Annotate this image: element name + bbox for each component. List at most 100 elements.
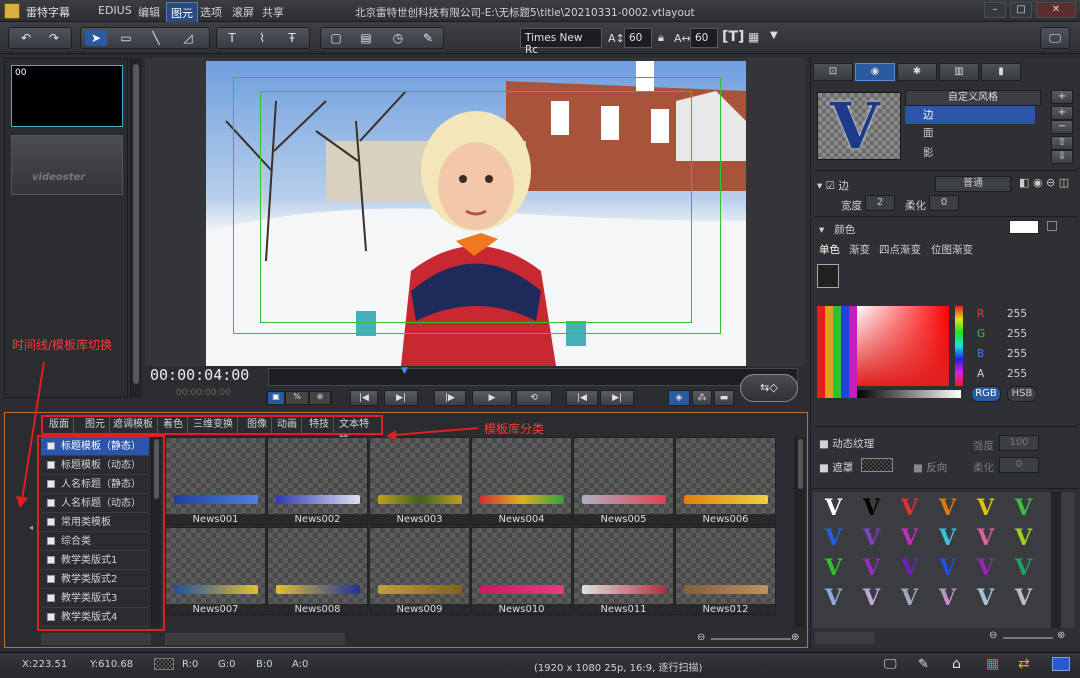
edge-mode-select[interactable]: 普通: [935, 176, 1011, 192]
clock-icon[interactable]: ◷: [387, 30, 409, 46]
tab-coloring[interactable]: 着色: [159, 417, 188, 433]
remove-style-button[interactable]: −: [1051, 120, 1073, 134]
step-back-button[interactable]: ▶|: [384, 390, 418, 406]
tab-zoom[interactable]: ⊡: [813, 63, 853, 81]
style-swatch[interactable]: V: [1005, 584, 1042, 613]
rgb-mode-button[interactable]: RGB: [971, 386, 1001, 402]
template-item[interactable]: 常用类模板: [41, 513, 149, 532]
four-point-gradient-tab[interactable]: 四点渐变: [879, 242, 921, 257]
style-swatch[interactable]: V: [815, 584, 852, 613]
style-item-face[interactable]: 面: [905, 124, 1035, 142]
tab-effects-wand[interactable]: ✱: [897, 63, 937, 81]
tab-animation[interactable]: 动画: [273, 417, 302, 433]
polygon-icon[interactable]: ◿: [177, 30, 199, 46]
template-cell[interactable]: News002: [267, 437, 368, 525]
add-style-button-2[interactable]: +: [1051, 106, 1073, 120]
r-value[interactable]: 255: [1007, 308, 1027, 320]
playhead-icon[interactable]: ▼: [401, 366, 408, 376]
current-color-swatch[interactable]: [1009, 220, 1039, 234]
text-frame-icon[interactable]: [T]: [722, 29, 744, 45]
path-text-icon[interactable]: ⌇: [251, 30, 273, 46]
style-swatch[interactable]: V: [1005, 494, 1042, 523]
list-toolbar[interactable]: [41, 633, 151, 645]
style-swatch[interactable]: V: [967, 554, 1004, 583]
style-swatch[interactable]: V: [853, 494, 890, 523]
color-picker-field[interactable]: [857, 306, 949, 386]
a-value[interactable]: 255: [1007, 368, 1027, 380]
swatch-toolbar[interactable]: [815, 632, 875, 644]
scroll-thumb[interactable]: [133, 64, 139, 384]
style-swatch[interactable]: V: [929, 494, 966, 523]
template-cell[interactable]: News007: [165, 527, 266, 615]
dropdown-arrow-icon[interactable]: ▼: [770, 30, 778, 41]
template-cell[interactable]: News001: [165, 437, 266, 525]
zoom-icon[interactable]: ⊕: [310, 392, 330, 404]
menu-edius[interactable]: EDIUS: [98, 4, 132, 17]
tab-adjust-template[interactable]: 遮调模板: [109, 417, 158, 433]
mask-texture-swatch[interactable]: [861, 458, 893, 472]
monitor-button[interactable]: 🖵︎: [1040, 27, 1070, 49]
style-swatch[interactable]: V: [891, 494, 928, 523]
transfer-icon[interactable]: ⇄: [1018, 656, 1030, 672]
thumbnail-scrollbar[interactable]: [130, 58, 142, 398]
style-swatch[interactable]: V: [891, 524, 928, 553]
maximize-button[interactable]: □: [1010, 2, 1032, 18]
menu-element[interactable]: 图元: [166, 2, 198, 24]
scroll-thumb[interactable]: [798, 439, 803, 489]
output-button[interactable]: ⇆◇: [740, 374, 798, 402]
template-cell[interactable]: News008: [267, 527, 368, 615]
style-swatch[interactable]: V: [853, 554, 890, 583]
lock-icon[interactable]: 🔒︎: [658, 31, 664, 45]
zoom-out-icon[interactable]: ⊖: [697, 632, 705, 643]
b-value[interactable]: 255: [1007, 348, 1027, 360]
prev-frame-button[interactable]: |◀: [350, 390, 378, 406]
menu-options[interactable]: 选项: [200, 4, 222, 20]
template-cell[interactable]: News010: [471, 527, 572, 615]
fit-view-icon[interactable]: ▣: [268, 392, 284, 404]
line-icon[interactable]: ╲: [145, 30, 167, 46]
hue-slider[interactable]: [955, 306, 963, 386]
table-icon[interactable]: ▦: [748, 30, 759, 44]
page-thumbnail-2[interactable]: videoster: [11, 135, 123, 195]
preview-image[interactable]: [206, 61, 746, 366]
play-slow-button[interactable]: |▶: [434, 390, 466, 406]
template-cell[interactable]: News003: [369, 437, 470, 525]
font-size-b-field[interactable]: 60: [690, 28, 718, 48]
monitor-status-icon[interactable]: 🖵︎: [884, 657, 897, 672]
zoom-in-icon[interactable]: ⊕: [791, 632, 799, 643]
style-swatch[interactable]: V: [967, 494, 1004, 523]
template-cell[interactable]: News006: [675, 437, 776, 525]
tab-element[interactable]: 图元: [81, 417, 110, 433]
template-item[interactable]: 教学类版式2: [41, 570, 149, 589]
rectangle-icon[interactable]: ▭: [115, 30, 137, 46]
template-item[interactable]: 教学类版式1: [41, 551, 149, 570]
menu-scroll[interactable]: 滚屏: [232, 4, 254, 20]
scroll-thumb[interactable]: [154, 439, 159, 499]
grid-button[interactable]: ⁂: [692, 390, 712, 406]
style-swatch[interactable]: V: [929, 584, 966, 613]
width-field[interactable]: 2: [865, 195, 895, 211]
image-icon[interactable]: ▤: [355, 30, 377, 46]
color-swatch-grid[interactable]: [817, 306, 857, 398]
template-cell[interactable]: News004: [471, 437, 572, 525]
frame-icon[interactable]: ▢: [325, 30, 347, 46]
zoom-100-icon[interactable]: %: [286, 392, 308, 404]
tab-image[interactable]: 图像: [243, 417, 272, 433]
add-style-button[interactable]: +: [1051, 90, 1073, 104]
swatch-zoom-slider[interactable]: [1003, 637, 1053, 639]
tab-document[interactable]: ▥: [939, 63, 979, 81]
style-swatch[interactable]: V: [929, 554, 966, 583]
play-button[interactable]: ▶: [472, 390, 512, 406]
tab-effects[interactable]: 特技: [305, 417, 334, 433]
wrench-icon[interactable]: ✎: [918, 657, 929, 672]
storage-icon[interactable]: [1052, 657, 1070, 671]
soften-field[interactable]: 0: [929, 195, 959, 211]
tab-trash[interactable]: ▮: [981, 63, 1021, 81]
minimize-button[interactable]: –: [984, 2, 1006, 18]
background-button[interactable]: ▬: [714, 390, 734, 406]
paint-icon[interactable]: ✎: [417, 30, 439, 46]
template-cell[interactable]: News009: [369, 527, 470, 615]
swatch-zoom-in-icon[interactable]: ⊕: [1057, 630, 1065, 641]
template-list-scrollbar[interactable]: [151, 437, 161, 627]
edge-style-icons[interactable]: ◧ ◉ ⊖ ◫: [1019, 176, 1069, 189]
